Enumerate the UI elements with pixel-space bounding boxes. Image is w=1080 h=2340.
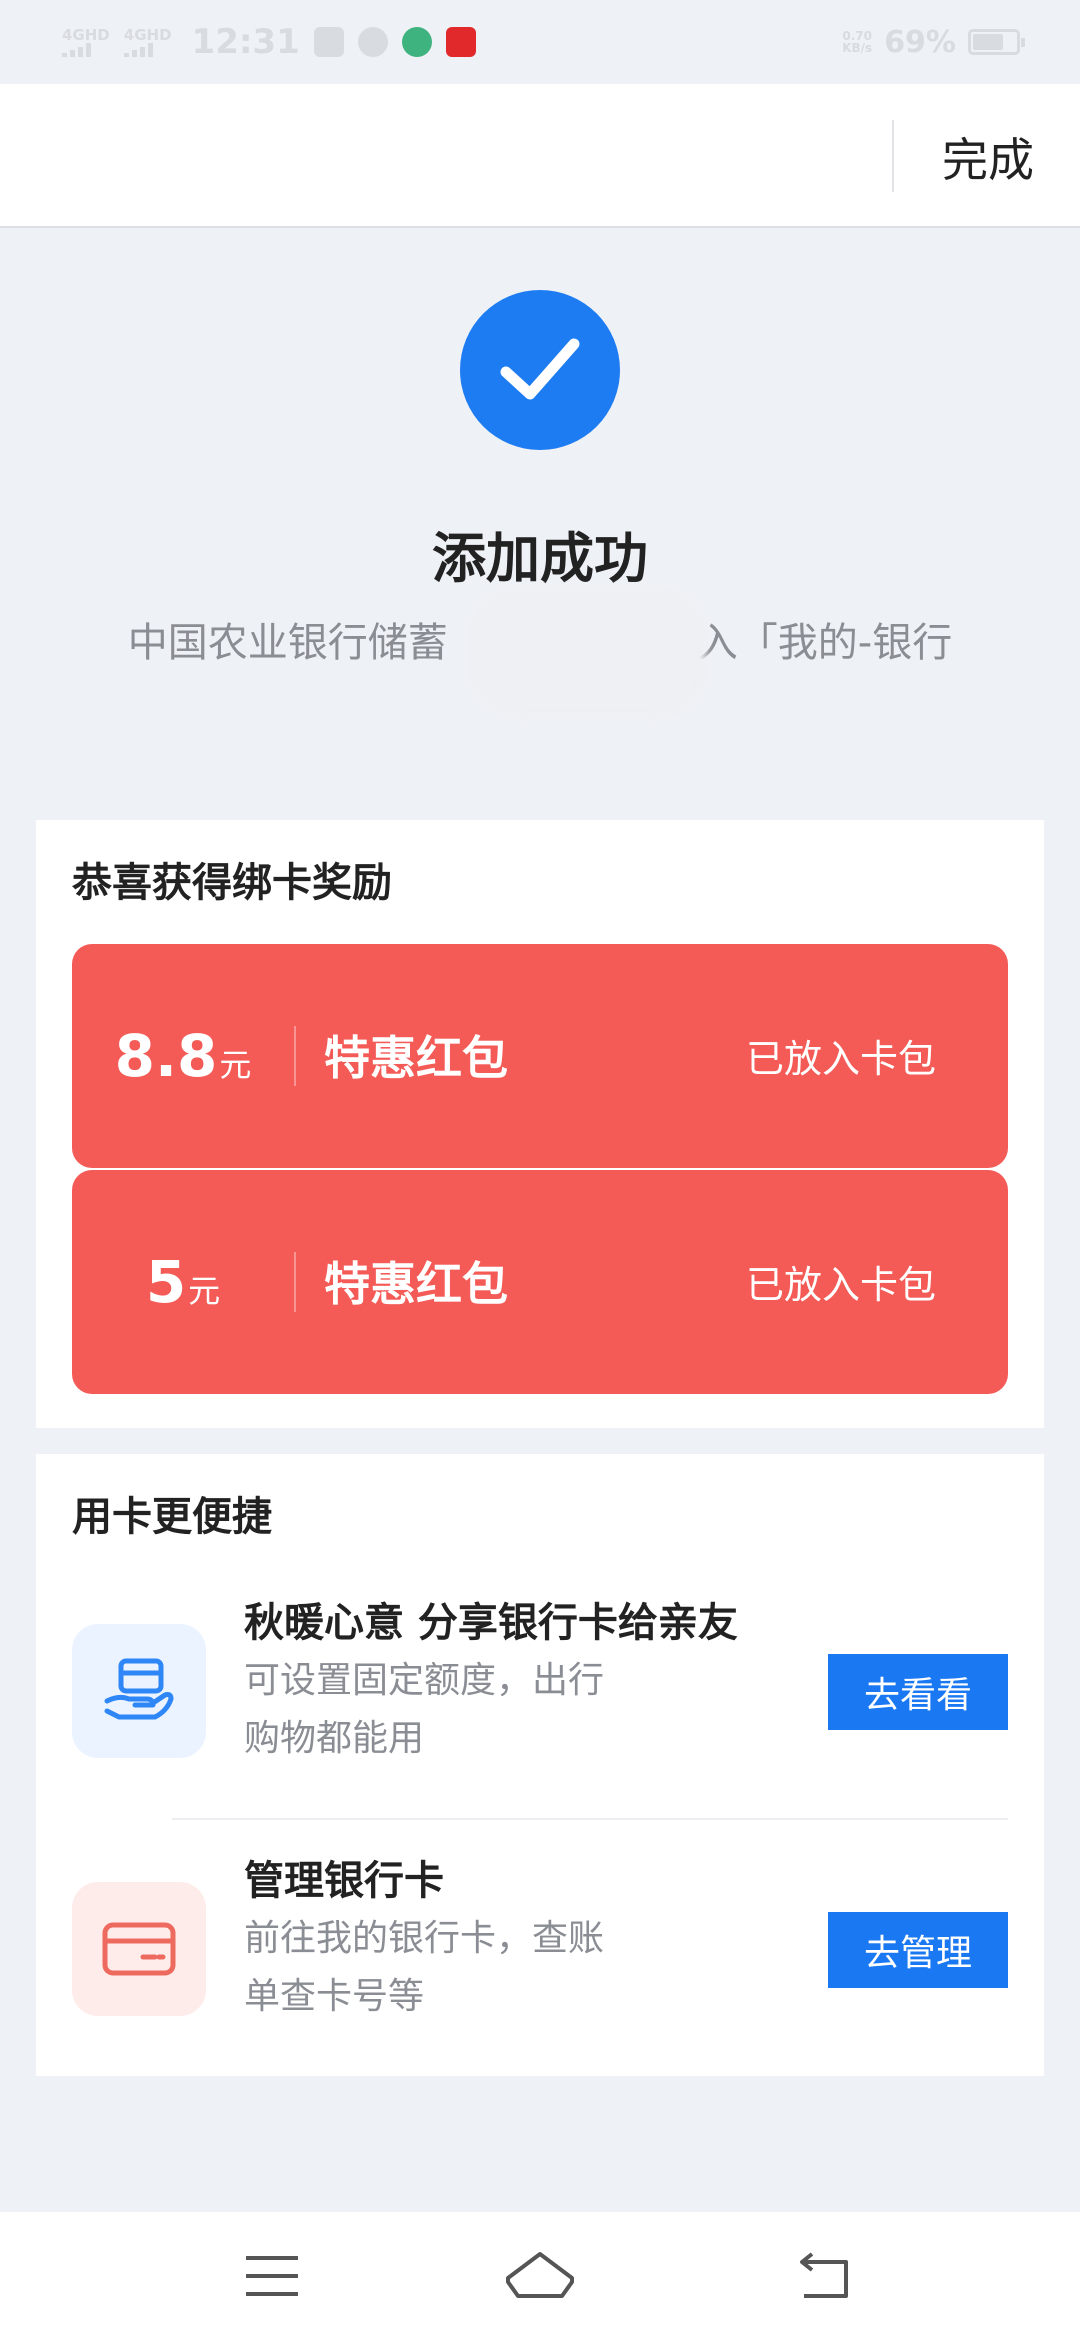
status-bar: 4GHD 4GHD 12:31 0.70 KB/s 69% [0,0,1080,84]
signal-icon-1: 4GHD [62,25,110,57]
service-item-share-card[interactable]: 秋暖心意 分享银行卡给亲友 可设置固定额度，出行购物都能用 去看看 [36,1574,1044,1804]
network-type-1: 4GHD [62,25,110,44]
service-description: 可设置固定额度，出行购物都能用 [244,1660,605,1759]
success-check-icon [460,290,620,450]
coupon-card[interactable]: 5元 特惠红包 已放入卡包 [72,1170,1008,1394]
browser-notification-icon [401,27,432,57]
share-card-icon [72,1624,206,1758]
back-icon[interactable] [784,2242,864,2312]
subtitle-end: 入「我的-银行 [697,620,953,666]
battery-percent: 69% [884,24,956,60]
rewards-card: 恭喜获得绑卡奖励 8.8 元 特惠红包 已放入卡包 5元 特惠红包 已放入卡包 [36,820,1044,1428]
coupon-amount-unit: 元 [188,1272,221,1310]
coupon-status: 已放入卡包 [745,1263,936,1307]
coupon-name: 特惠红包 [324,1031,508,1085]
coupon-amount-value: 5 [145,1248,187,1316]
services-card: 用卡更便捷 秋暖心意 分享银行卡给亲友 可设置固定额度，出行购物都能用 去看看 … [36,1454,1044,2076]
done-button[interactable]: 完成 [942,124,1034,190]
subtitle-start: 中国农业银行储蓄 [127,620,448,666]
coupon-name: 特惠红包 [324,1257,508,1311]
coupon-divider [294,1252,296,1312]
menu-icon[interactable] [232,2242,312,2312]
coupon-amount-unit: 元 [219,1046,252,1084]
top-bar: 完成 [0,84,1080,228]
battery-icon [968,29,1025,55]
service-description: 前往我的银行卡，查账单查卡号等 [244,1918,605,2017]
bank-card-icon [72,1882,206,2016]
services-title: 用卡更便捷 [72,1494,272,1540]
header-divider [892,120,894,192]
system-nav-bar [0,2212,1080,2340]
speed-unit: KB/s [842,41,873,55]
coupon-card[interactable]: 8.8 元 特惠红包 已放入卡包 [72,944,1008,1168]
service-title: 秋暖心意 分享银行卡给亲友 [244,1600,738,1646]
service-item-manage-card[interactable]: 管理银行卡 前往我的银行卡，查账单查卡号等 去管理 [36,1832,1044,2062]
privacy-blur-mask [470,588,706,718]
home-icon[interactable] [500,2242,580,2312]
network-type-2: 4GHD [123,25,172,44]
service-title: 管理银行卡 [244,1858,444,1904]
manage-button[interactable]: 去管理 [828,1912,1008,1988]
coupon-amount: 5元 [72,1170,294,1394]
coupon-status: 已放入卡包 [745,1037,936,1081]
network-speed: 0.70 KB/s [842,30,872,54]
signal-icon-2: 4GHD [123,25,172,57]
success-title: 添加成功 [432,527,648,590]
service-divider [172,1818,1008,1820]
rewards-title: 恭喜获得绑卡奖励 [72,860,392,906]
message-notification-icon [357,27,388,57]
app-notification-icon [313,27,344,57]
news-notification-icon [445,27,476,57]
coupon-amount: 8.8 元 [72,944,294,1168]
view-button[interactable]: 去看看 [828,1654,1008,1730]
clock: 12:31 [191,22,300,62]
coupon-amount-value: 8.8 [114,1022,218,1090]
coupon-divider [294,1026,296,1086]
